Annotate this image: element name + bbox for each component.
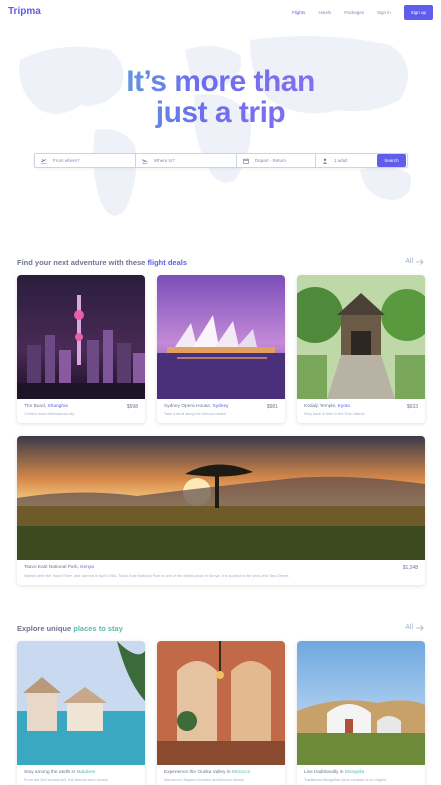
card-title: Experience the Ourika Valley in Morocco xyxy=(164,770,251,775)
flight-deal-card-shanghai[interactable]: The Bund, Shanghai $598 China's most int… xyxy=(17,275,145,423)
flight-deal-card-sydney[interactable]: Sydney Opera House, Sydney $981 Take a s… xyxy=(157,275,285,423)
shanghai-image xyxy=(17,275,145,399)
card-description: Traditional Mongolian yurts consists of … xyxy=(304,778,387,782)
person-icon xyxy=(322,158,328,164)
card-price: $633 xyxy=(406,404,418,410)
card-description: Named after the Tsavo River, and opened … xyxy=(24,574,290,578)
nav-flights[interactable]: Flights xyxy=(292,10,305,15)
card-price: $1,248 xyxy=(402,565,418,571)
card-title: Sydney Opera House, Sydney xyxy=(164,404,229,409)
world-map-background xyxy=(19,36,411,216)
nav-links: Flights Hotels Packages Sign in Sign up xyxy=(292,5,433,20)
flight-search-bar: From where? Where to? Depart - Return 1 … xyxy=(34,153,408,168)
card-description: Take a stroll along the famous harbor xyxy=(164,412,227,416)
arrow-right-icon xyxy=(416,624,424,631)
hero-heading: It’s more than just a trip xyxy=(0,66,441,128)
hero-line-2: just a trip xyxy=(0,97,441,128)
nav-hotels[interactable]: Hotels xyxy=(318,10,331,15)
calendar-icon xyxy=(243,158,249,164)
nav-signin[interactable]: Sign in xyxy=(377,10,391,15)
travelers-value: 1 adult xyxy=(334,158,348,163)
dates-field[interactable]: Depart - Return xyxy=(237,154,316,167)
maldives-image xyxy=(17,641,145,765)
morocco-image xyxy=(157,641,285,765)
card-description: From the 2nd century AD, the islands wer… xyxy=(24,778,108,782)
kyoto-image xyxy=(297,275,425,399)
from-placeholder: From where? xyxy=(53,158,80,163)
dates-placeholder: Depart - Return xyxy=(255,158,287,163)
top-nav: Tripma Flights Hotels Packages Sign in S… xyxy=(0,0,441,26)
mongolia-yurt-image xyxy=(297,641,425,765)
search-button[interactable]: Search xyxy=(377,154,406,167)
card-description: Morocco's Hispano-Moorish architecture b… xyxy=(164,778,245,782)
places-to-stay-all-link[interactable]: All xyxy=(405,624,424,631)
card-description: Step back in time in the Gion district xyxy=(304,412,365,416)
flight-deal-card-kenya[interactable]: Tsavo East National Park, Kenya $1,248 N… xyxy=(17,436,425,585)
to-placeholder: Where to? xyxy=(154,158,175,163)
places-to-stay-heading: Explore unique places to stay xyxy=(17,624,123,633)
card-title: Live traditionally in Mongolia xyxy=(304,770,365,775)
stay-card-maldives[interactable]: Stay among the atolls in Maldives From t… xyxy=(17,641,145,785)
logo[interactable]: Tripma xyxy=(8,6,41,17)
travelers-field[interactable]: 1 adult xyxy=(316,154,376,167)
card-title: Stay among the atolls in Maldives xyxy=(24,770,96,775)
nav-packages[interactable]: Packages xyxy=(344,10,364,15)
card-description: China's most international city xyxy=(24,412,75,416)
hero-line-1: It’s more than xyxy=(0,66,441,97)
sydney-image xyxy=(157,275,285,399)
signup-button[interactable]: Sign up xyxy=(403,5,433,20)
card-title: The Bund, Shanghai xyxy=(24,404,68,409)
card-title: Tsavo East National Park, Kenya xyxy=(24,565,94,570)
from-field[interactable]: From where? xyxy=(35,154,136,167)
card-price: $981 xyxy=(266,404,278,410)
departure-plane-icon xyxy=(41,158,47,164)
card-title: Kōdaiji Temple, Kyoto xyxy=(304,404,351,409)
arrow-right-icon xyxy=(416,258,424,265)
stay-card-morocco[interactable]: Experience the Ourika Valley in Morocco … xyxy=(157,641,285,785)
arrival-plane-icon xyxy=(142,158,148,164)
kenya-savanna-image xyxy=(17,436,425,560)
to-field[interactable]: Where to? xyxy=(136,154,237,167)
flight-deals-all-link[interactable]: All xyxy=(405,258,424,265)
flight-deals-heading: Find your next adventure with these flig… xyxy=(17,258,188,267)
flight-deal-card-kyoto[interactable]: Kōdaiji Temple, Kyoto $633 Step back in … xyxy=(297,275,425,423)
stay-card-mongolia[interactable]: Live traditionally in Mongolia Tradition… xyxy=(297,641,425,785)
card-price: $598 xyxy=(126,404,138,410)
